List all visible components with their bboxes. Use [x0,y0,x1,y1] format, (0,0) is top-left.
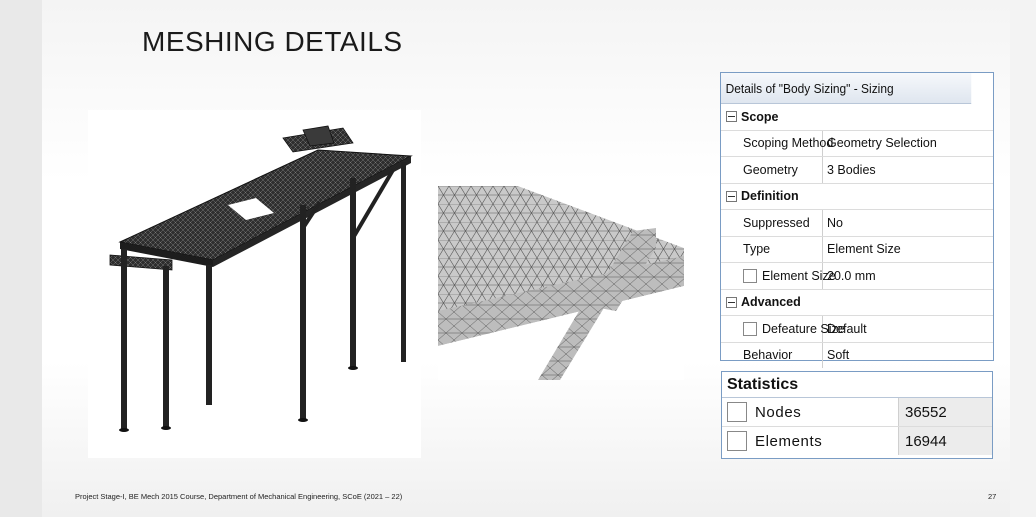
row-value[interactable]: Default [823,322,867,336]
row-element-size[interactable]: Element Size 20.0 mm [721,263,993,290]
stat-key: Elements [755,432,823,450]
details-panel-header: Details of "Body Sizing" - Sizing [721,73,972,104]
details-body-sizing-panel: Details of "Body Sizing" - Sizing Scope … [720,72,994,368]
group-scope-label: Scope [741,109,779,124]
group-advanced[interactable]: Advanced [721,290,993,316]
row-value[interactable]: Soft [823,348,849,362]
row-key: Scoping Method [721,130,833,156]
row-value[interactable]: Geometry Selection [823,136,937,150]
stat-row-elements[interactable]: Elements 16944 [722,427,992,455]
parameter-checkbox[interactable] [743,321,757,336]
stat-value: 36552 [898,398,992,426]
row-defeature-size[interactable]: Defeature Size Default [721,316,993,343]
row-key: Geometry [721,157,823,183]
stat-row-nodes[interactable]: Nodes 36552 [722,398,992,427]
row-value[interactable]: No [823,216,843,230]
collapse-icon[interactable] [726,190,737,202]
group-advanced-label: Advanced [741,295,801,310]
parameter-checkbox[interactable] [727,402,747,422]
row-value[interactable]: Element Size [823,242,901,256]
group-definition[interactable]: Definition [721,184,993,210]
mesh-closeup-drawing [438,186,684,380]
group-scope[interactable]: Scope [721,104,993,131]
row-value[interactable]: 20.0 mm [823,269,876,283]
parameter-checkbox[interactable] [727,431,747,451]
row-key: Suppressed [721,210,823,236]
stat-value: 16944 [898,427,992,455]
row-value[interactable]: 3 Bodies [823,163,876,177]
row-key-with-checkbox: Element Size [721,263,836,289]
slide-title: MESHING DETAILS [142,26,403,57]
right-margin-strip [1010,0,1036,517]
stat-key: Nodes [755,403,802,421]
parameter-checkbox[interactable] [743,268,757,283]
row-suppressed[interactable]: Suppressed No [721,210,993,237]
statistics-header: Statistics [722,372,992,398]
row-scoping-method[interactable]: Scoping Method Geometry Selection [721,130,993,157]
collapse-icon[interactable] [726,111,737,123]
page-number: 27 [988,492,997,501]
row-type[interactable]: Type Element Size [721,236,993,263]
collapse-icon[interactable] [726,296,737,308]
row-key: Behavior [721,342,823,368]
mesh-structure-drawing [109,125,413,432]
group-definition-label: Definition [741,189,799,204]
mesh-closeup-image [438,186,684,380]
row-geometry[interactable]: Geometry 3 Bodies [721,157,993,184]
row-behavior[interactable]: Behavior Soft [721,342,993,368]
left-margin-strip [0,0,42,517]
row-key: Type [721,236,823,262]
row-key-with-checkbox: Defeature Size [721,316,845,342]
slide-footer: Project Stage-I, BE Mech 2015 Course, De… [75,492,403,501]
meshed-structure-image [88,110,421,458]
slide: MESHING DETAILS Details of "Body Sizing"… [0,0,1036,517]
statistics-panel: Statistics Nodes 36552 Elements 16944 [721,371,993,459]
